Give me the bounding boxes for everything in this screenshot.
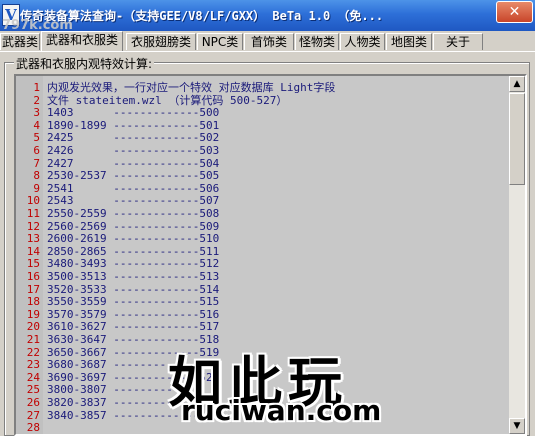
scroll-down-button[interactable]: ▼ bbox=[509, 418, 525, 434]
vertical-scrollbar[interactable]: ▲ ▼ bbox=[508, 76, 525, 434]
code-line: 8 2530-2537 -------------505 bbox=[16, 170, 511, 181]
code-line: 17 3520-3533 -------------514 bbox=[16, 284, 511, 295]
line-number: 10 bbox=[26, 194, 40, 208]
line-number: 11 bbox=[26, 207, 40, 220]
line-number: 19 bbox=[26, 307, 40, 321]
code-line: 18 3550-3559 -------------515 bbox=[16, 296, 511, 307]
code-line: 15 3480-3493 -------------512 bbox=[16, 258, 511, 269]
code-line: 12 2560-2569 -------------509 bbox=[16, 221, 511, 232]
line-text: 2426 -------------503 bbox=[47, 144, 220, 157]
scroll-up-button[interactable]: ▲ bbox=[509, 76, 525, 92]
code-line: 20 3610-3627 -------------517 bbox=[16, 321, 511, 332]
line-number: 4 bbox=[33, 118, 40, 132]
line-number: 22 bbox=[26, 345, 40, 359]
line-text: 2425 -------------502 bbox=[47, 131, 220, 145]
line-number: 26 bbox=[26, 396, 40, 409]
code-line: 10 2543 -------------507 bbox=[16, 195, 511, 206]
line-number: 14 bbox=[26, 244, 40, 258]
watermark-url: ruciwan.com bbox=[181, 394, 382, 427]
tab-jewelry[interactable]: 首饰类 bbox=[244, 33, 294, 50]
line-text: 3500-3513 -------------513 bbox=[47, 270, 220, 283]
title-bar[interactable]: V 传奇装备算法查询-（支持GEE/V8/LF/GXX） BeTa 1.0 （免… bbox=[0, 0, 535, 31]
code-line: 14 2850-2865 -------------511 bbox=[16, 246, 511, 257]
groupbox-label: 武器和衣服内观特效计算: bbox=[14, 55, 155, 72]
line-text: 2850-2865 -------------511 bbox=[47, 244, 220, 258]
line-number: 23 bbox=[26, 358, 40, 372]
code-line: 6 2426 -------------503 bbox=[16, 145, 511, 156]
line-number: 27 bbox=[26, 408, 40, 422]
line-text: 内观发光效果，一行对应一个特效 对应数据库 Light字段 bbox=[47, 81, 336, 94]
line-text: 2530-2537 -------------505 bbox=[47, 169, 220, 183]
line-number: 15 bbox=[26, 257, 40, 271]
line-number: 20 bbox=[26, 320, 40, 334]
window-title: 传奇装备算法查询-（支持GEE/V8/LF/GXX） BeTa 1.0 （免..… bbox=[20, 9, 384, 23]
close-button[interactable]: ✕ bbox=[496, 1, 533, 23]
line-text: 3610-3627 -------------517 bbox=[47, 320, 220, 334]
line-text: 2541 -------------506 bbox=[47, 181, 220, 195]
tab-weapons[interactable]: 武器类 bbox=[0, 33, 40, 50]
line-number: 12 bbox=[26, 219, 40, 233]
code-line: 5 2425 -------------502 bbox=[16, 132, 511, 143]
line-text: 3570-3579 -------------516 bbox=[47, 307, 220, 321]
line-number: 3 bbox=[33, 106, 40, 120]
line-number: 9 bbox=[33, 181, 40, 195]
tab-bar: 武器类 武器和衣服类 衣服翅膀类 NPC类 首饰类 怪物类 人物类 地图类 关于 bbox=[0, 31, 535, 52]
line-text: 2550-2559 -------------508 bbox=[47, 207, 220, 220]
code-line: 13 2600-2619 -------------510 bbox=[16, 233, 511, 244]
tab-npc[interactable]: NPC类 bbox=[197, 33, 243, 50]
code-line: 19 3570-3579 -------------516 bbox=[16, 309, 511, 320]
tab-characters[interactable]: 人物类 bbox=[340, 33, 385, 50]
code-line: 3 1403 -------------500 bbox=[16, 107, 511, 118]
tab-monsters[interactable]: 怪物类 bbox=[295, 33, 339, 50]
line-number: 13 bbox=[26, 232, 40, 246]
line-number: 17 bbox=[26, 282, 40, 296]
line-text: 2427 -------------504 bbox=[47, 156, 220, 170]
tab-maps[interactable]: 地图类 bbox=[386, 33, 432, 50]
line-text: 3550-3559 -------------515 bbox=[47, 295, 220, 309]
line-number: 6 bbox=[33, 144, 40, 157]
line-text: 1403 -------------500 bbox=[47, 106, 220, 120]
line-number: 1 bbox=[33, 81, 40, 94]
tab-weapons-clothes[interactable]: 武器和衣服类 bbox=[41, 31, 123, 51]
code-line: 16 3500-3513 -------------513 bbox=[16, 271, 511, 282]
line-number: 21 bbox=[26, 333, 40, 346]
scroll-thumb[interactable] bbox=[509, 93, 525, 185]
line-number: 28 bbox=[26, 421, 40, 435]
line-number: 18 bbox=[26, 295, 40, 309]
code-line: 1 内观发光效果，一行对应一个特效 对应数据库 Light字段 bbox=[16, 82, 511, 93]
tab-clothes-wings[interactable]: 衣服翅膀类 bbox=[126, 33, 196, 50]
line-number: 2 bbox=[33, 93, 40, 107]
line-text: 文件 stateitem.wzl （计算代码 500-527） bbox=[47, 93, 288, 107]
line-number: 5 bbox=[33, 131, 40, 145]
line-number: 8 bbox=[33, 169, 40, 183]
line-text: 2543 -------------507 bbox=[47, 194, 220, 208]
code-line: 2 文件 stateitem.wzl （计算代码 500-527） bbox=[16, 95, 511, 106]
code-line: 7 2427 -------------504 bbox=[16, 158, 511, 169]
code-line: 9 2541 -------------506 bbox=[16, 183, 511, 194]
line-number: 16 bbox=[26, 270, 40, 283]
line-text: 3480-3493 -------------512 bbox=[47, 257, 220, 271]
code-line: 4 1890-1899 -------------501 bbox=[16, 120, 511, 131]
line-text: 2600-2619 -------------510 bbox=[47, 232, 220, 246]
tab-about[interactable]: 关于 bbox=[433, 33, 483, 50]
line-number: 7 bbox=[33, 156, 40, 170]
line-text: 2560-2569 -------------509 bbox=[47, 219, 220, 233]
line-text: 1890-1899 -------------501 bbox=[47, 118, 220, 132]
line-text: 3520-3533 -------------514 bbox=[47, 282, 220, 296]
code-line: 11 2550-2559 -------------508 bbox=[16, 208, 511, 219]
line-number: 24 bbox=[26, 370, 40, 384]
line-number: 25 bbox=[26, 383, 40, 397]
